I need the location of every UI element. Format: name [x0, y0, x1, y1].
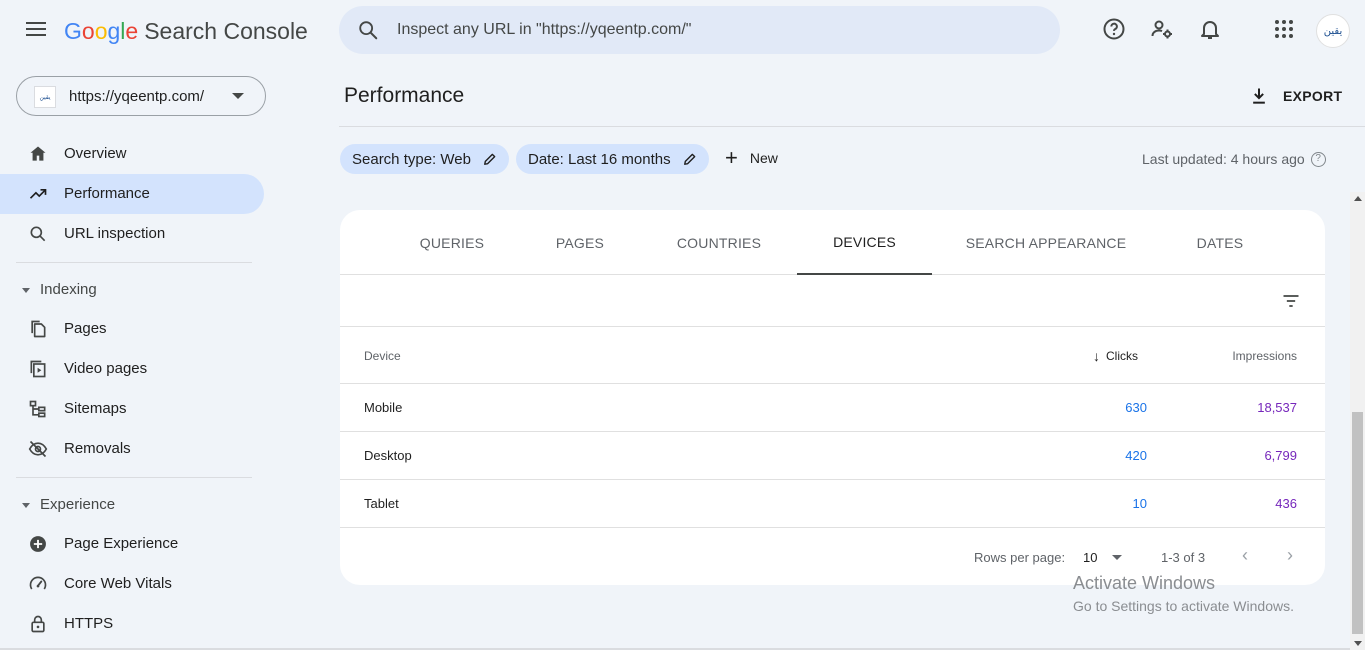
main-menu-icon[interactable]	[24, 18, 48, 42]
search-console-logo[interactable]: Google Search Console	[64, 16, 308, 46]
account-avatar[interactable]: يقين	[1316, 14, 1350, 48]
sidebar-divider	[16, 477, 252, 478]
tab-queries[interactable]: QUERIES	[412, 210, 492, 275]
nav-item-https[interactable]: HTTPS	[0, 604, 264, 644]
rows-per-page-select[interactable]: 10	[1083, 550, 1097, 565]
property-url: https://yqeentp.com/	[69, 88, 205, 105]
pagination-range: 1-3 of 3	[1161, 550, 1206, 565]
collapse-arrow-icon	[22, 502, 30, 508]
nav-item-overview[interactable]: Overview	[0, 134, 264, 174]
tab-pages[interactable]: PAGES	[540, 210, 620, 275]
plus-icon: +	[725, 145, 738, 170]
section-header-indexing[interactable]: Indexing	[22, 281, 97, 298]
table-header: Device ↓ Clicks Impressions	[340, 327, 1325, 384]
pencil-icon	[683, 153, 695, 165]
header-divider	[339, 126, 1365, 127]
cell-clicks: 630	[1125, 400, 1147, 415]
search-icon	[30, 226, 46, 242]
download-icon	[1253, 88, 1265, 104]
nav-item-video-pages[interactable]: Video pages	[0, 349, 264, 389]
property-favicon: يقين	[34, 86, 56, 108]
table-row[interactable]: Desktop 420 6,799	[340, 432, 1325, 480]
new-filter-button[interactable]: + New	[725, 145, 778, 170]
scrollbar-thumb[interactable]	[1352, 412, 1363, 634]
pages-icon	[31, 320, 46, 338]
help-icon[interactable]	[1102, 17, 1126, 41]
table-row[interactable]: Tablet 10 436	[340, 480, 1325, 528]
cell-device: Desktop	[364, 448, 412, 463]
devices-table-card: QUERIES PAGES COUNTRIES DEVICES SEARCH A…	[340, 210, 1325, 585]
nav-item-page-experience[interactable]: Page Experience	[0, 524, 264, 564]
top-bar: GoogleSearch Console يقين	[0, 0, 1365, 62]
sitemap-icon	[29, 400, 46, 418]
page-title: Performance	[344, 84, 465, 107]
speedometer-icon	[29, 576, 47, 590]
cell-device: Tablet	[364, 496, 399, 511]
filter-list-icon[interactable]	[1281, 291, 1301, 311]
cell-impressions: 18,537	[1257, 400, 1297, 415]
scroll-down-arrow-icon[interactable]	[1354, 641, 1362, 646]
table-pagination: Rows per page: 10 1-3 of 3 ‹ ›	[340, 540, 1325, 570]
last-updated-status: Last updated: 4 hours ago ?	[1142, 151, 1326, 167]
tab-dates[interactable]: DATES	[1180, 210, 1260, 275]
search-icon	[359, 21, 378, 40]
chevron-down-icon[interactable]	[1112, 555, 1122, 560]
section-header-experience[interactable]: Experience	[22, 496, 115, 513]
help-circle-icon[interactable]: ?	[1310, 151, 1326, 167]
manage-users-icon[interactable]	[1150, 17, 1174, 41]
sidebar-divider	[16, 262, 252, 263]
pencil-icon	[484, 153, 496, 165]
video-pages-icon	[30, 360, 46, 378]
url-inspect-search-box[interactable]	[339, 6, 1060, 54]
chevron-left-icon[interactable]: ‹	[1242, 545, 1248, 566]
cell-clicks: 420	[1125, 448, 1147, 463]
windows-activation-watermark: Activate Windows Go to Settings to activ…	[1073, 573, 1294, 614]
eye-off-icon	[28, 440, 48, 458]
collapse-arrow-icon	[22, 287, 30, 293]
dimension-tabs: QUERIES PAGES COUNTRIES DEVICES SEARCH A…	[340, 210, 1325, 275]
tab-countries[interactable]: COUNTRIES	[664, 210, 774, 275]
cell-impressions: 6,799	[1264, 448, 1297, 463]
tab-search-appearance[interactable]: SEARCH APPEARANCE	[956, 210, 1136, 275]
cell-device: Mobile	[364, 400, 403, 415]
cell-impressions: 436	[1275, 496, 1297, 511]
cell-clicks: 10	[1132, 496, 1147, 511]
filter-chip-search-type[interactable]: Search type: Web	[340, 144, 509, 174]
main-content: Performance EXPORT Search type: Web Date…	[339, 62, 1365, 650]
table-filter-row	[340, 275, 1325, 327]
nav-item-sitemaps[interactable]: Sitemaps	[0, 389, 264, 429]
column-header-clicks[interactable]: ↓ Clicks	[1093, 348, 1138, 364]
apps-grid-icon[interactable]	[1272, 17, 1296, 41]
sidebar: يقين https://yqeentp.com/ Overview Perfo…	[0, 62, 275, 650]
nav-item-performance[interactable]: Performance	[0, 174, 264, 214]
nav-item-url-inspection[interactable]: URL inspection	[0, 214, 264, 254]
scroll-up-arrow-icon[interactable]	[1354, 196, 1362, 201]
notifications-icon[interactable]	[1198, 17, 1222, 41]
table-row[interactable]: Mobile 630 18,537	[340, 384, 1325, 432]
url-inspect-input[interactable]	[397, 6, 1037, 54]
property-selector[interactable]: يقين https://yqeentp.com/	[16, 76, 266, 116]
chevron-right-icon[interactable]: ›	[1287, 545, 1293, 566]
column-header-device[interactable]: Device	[364, 349, 401, 363]
rows-per-page-label: Rows per page:	[974, 550, 1066, 565]
nav-item-core-web-vitals[interactable]: Core Web Vitals	[0, 564, 264, 604]
export-button[interactable]: EXPORT	[1249, 84, 1342, 108]
arrow-down-icon: ↓	[1093, 348, 1100, 364]
nav-item-removals[interactable]: Removals	[0, 429, 264, 469]
tab-devices[interactable]: DEVICES	[797, 210, 932, 275]
column-header-impressions[interactable]: Impressions	[1220, 349, 1297, 363]
trending-up-icon	[29, 189, 47, 199]
lock-icon	[31, 615, 45, 633]
nav-item-pages[interactable]: Pages	[0, 309, 264, 349]
filter-chip-date[interactable]: Date: Last 16 months	[516, 144, 709, 174]
chevron-down-icon	[232, 93, 244, 99]
add-circle-icon	[30, 536, 46, 552]
home-icon	[30, 146, 46, 161]
page-scrollbar[interactable]	[1350, 192, 1365, 650]
